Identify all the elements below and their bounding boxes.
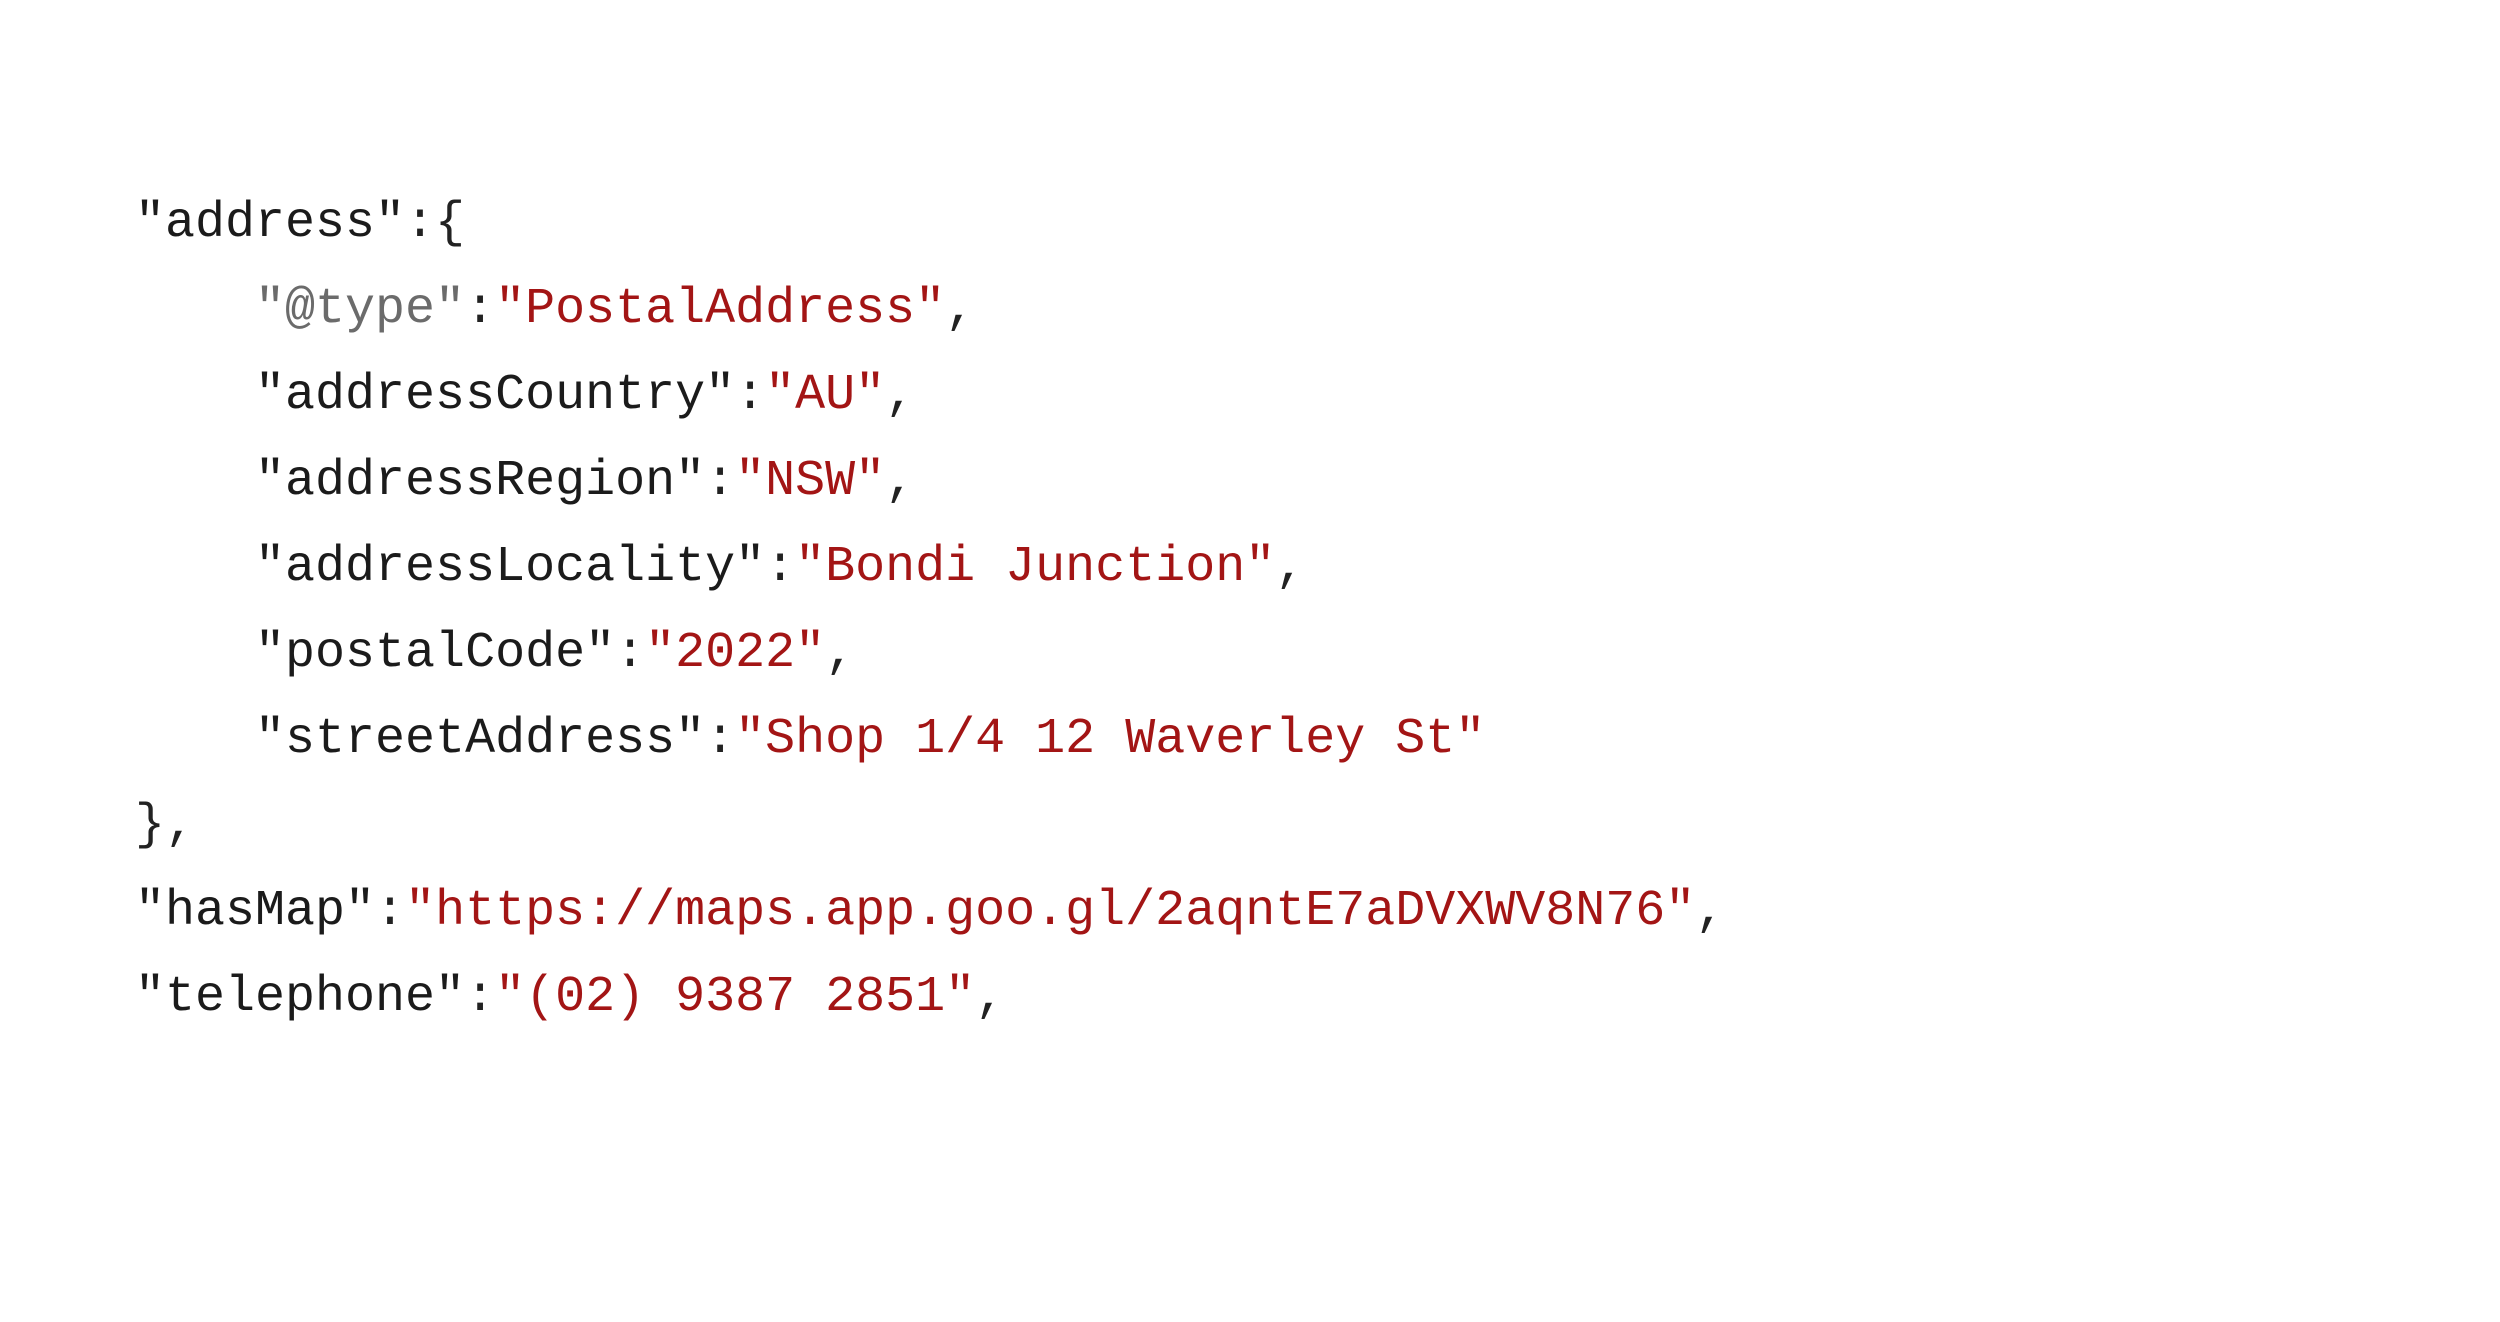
json-key-addressregion: "addressRegion" [255, 453, 705, 510]
punc-closebrace-comma: }, [135, 797, 195, 854]
json-value-postaladdress: "PostalAddress" [495, 281, 945, 338]
punc-colon-brace: :{ [405, 195, 465, 252]
punc-colon: : [705, 453, 735, 510]
code-line-5: "addressLocality":"Bondi Junction", [135, 539, 1305, 596]
code-line-1: "address":{ [135, 195, 465, 252]
punc-comma: , [885, 453, 915, 510]
punc-comma: , [885, 367, 915, 424]
json-value-telephone: "(02) 9387 2851" [495, 969, 975, 1026]
punc-colon: : [465, 281, 495, 338]
code-line-2: "@type":"PostalAddress", [135, 281, 975, 338]
code-line-3: "addressCountry":"AU", [135, 367, 915, 424]
punc-comma: , [945, 281, 975, 338]
json-key-attype: "@type" [255, 281, 465, 338]
json-key-postalcode: "postalCode" [255, 625, 615, 682]
punc-colon: : [615, 625, 645, 682]
json-value-mapurl: "https://maps.app.goo.gl/2aqntE7aDVXWV8N… [405, 883, 1695, 940]
json-key-hasmap: "hasMap" [135, 883, 375, 940]
code-line-8: }, [135, 797, 195, 854]
json-key-addresscountry: "addressCountry" [255, 367, 735, 424]
json-key-address: "address" [135, 195, 405, 252]
json-value-2022: "2022" [645, 625, 825, 682]
punc-colon: : [735, 367, 765, 424]
json-key-addresslocality: "addressLocality" [255, 539, 765, 596]
json-value-street: "Shop 1/4 12 Waverley St" [735, 711, 1485, 768]
json-value-nsw: "NSW" [735, 453, 885, 510]
punc-comma: , [825, 625, 855, 682]
code-line-9: "hasMap":"https://maps.app.goo.gl/2aqntE… [135, 883, 1725, 940]
punc-comma: , [975, 969, 1005, 1026]
json-value-bondi: "Bondi Junction" [795, 539, 1275, 596]
json-key-telephone: "telephone" [135, 969, 465, 1026]
code-line-6: "postalCode":"2022", [135, 625, 855, 682]
punc-colon: : [375, 883, 405, 940]
code-line-10: "telephone":"(02) 9387 2851", [135, 969, 1005, 1026]
json-key-streetaddress: "streetAddress" [255, 711, 705, 768]
json-code-snippet: "address":{ "@type":"PostalAddress", "ad… [0, 0, 2500, 1041]
punc-colon: : [765, 539, 795, 596]
json-value-au: "AU" [765, 367, 885, 424]
code-line-4: "addressRegion":"NSW", [135, 453, 915, 510]
punc-colon: : [465, 969, 495, 1026]
punc-comma: , [1695, 883, 1725, 940]
code-line-7: "streetAddress":"Shop 1/4 12 Waverley St… [135, 711, 1485, 768]
punc-comma: , [1275, 539, 1305, 596]
punc-colon: : [705, 711, 735, 768]
